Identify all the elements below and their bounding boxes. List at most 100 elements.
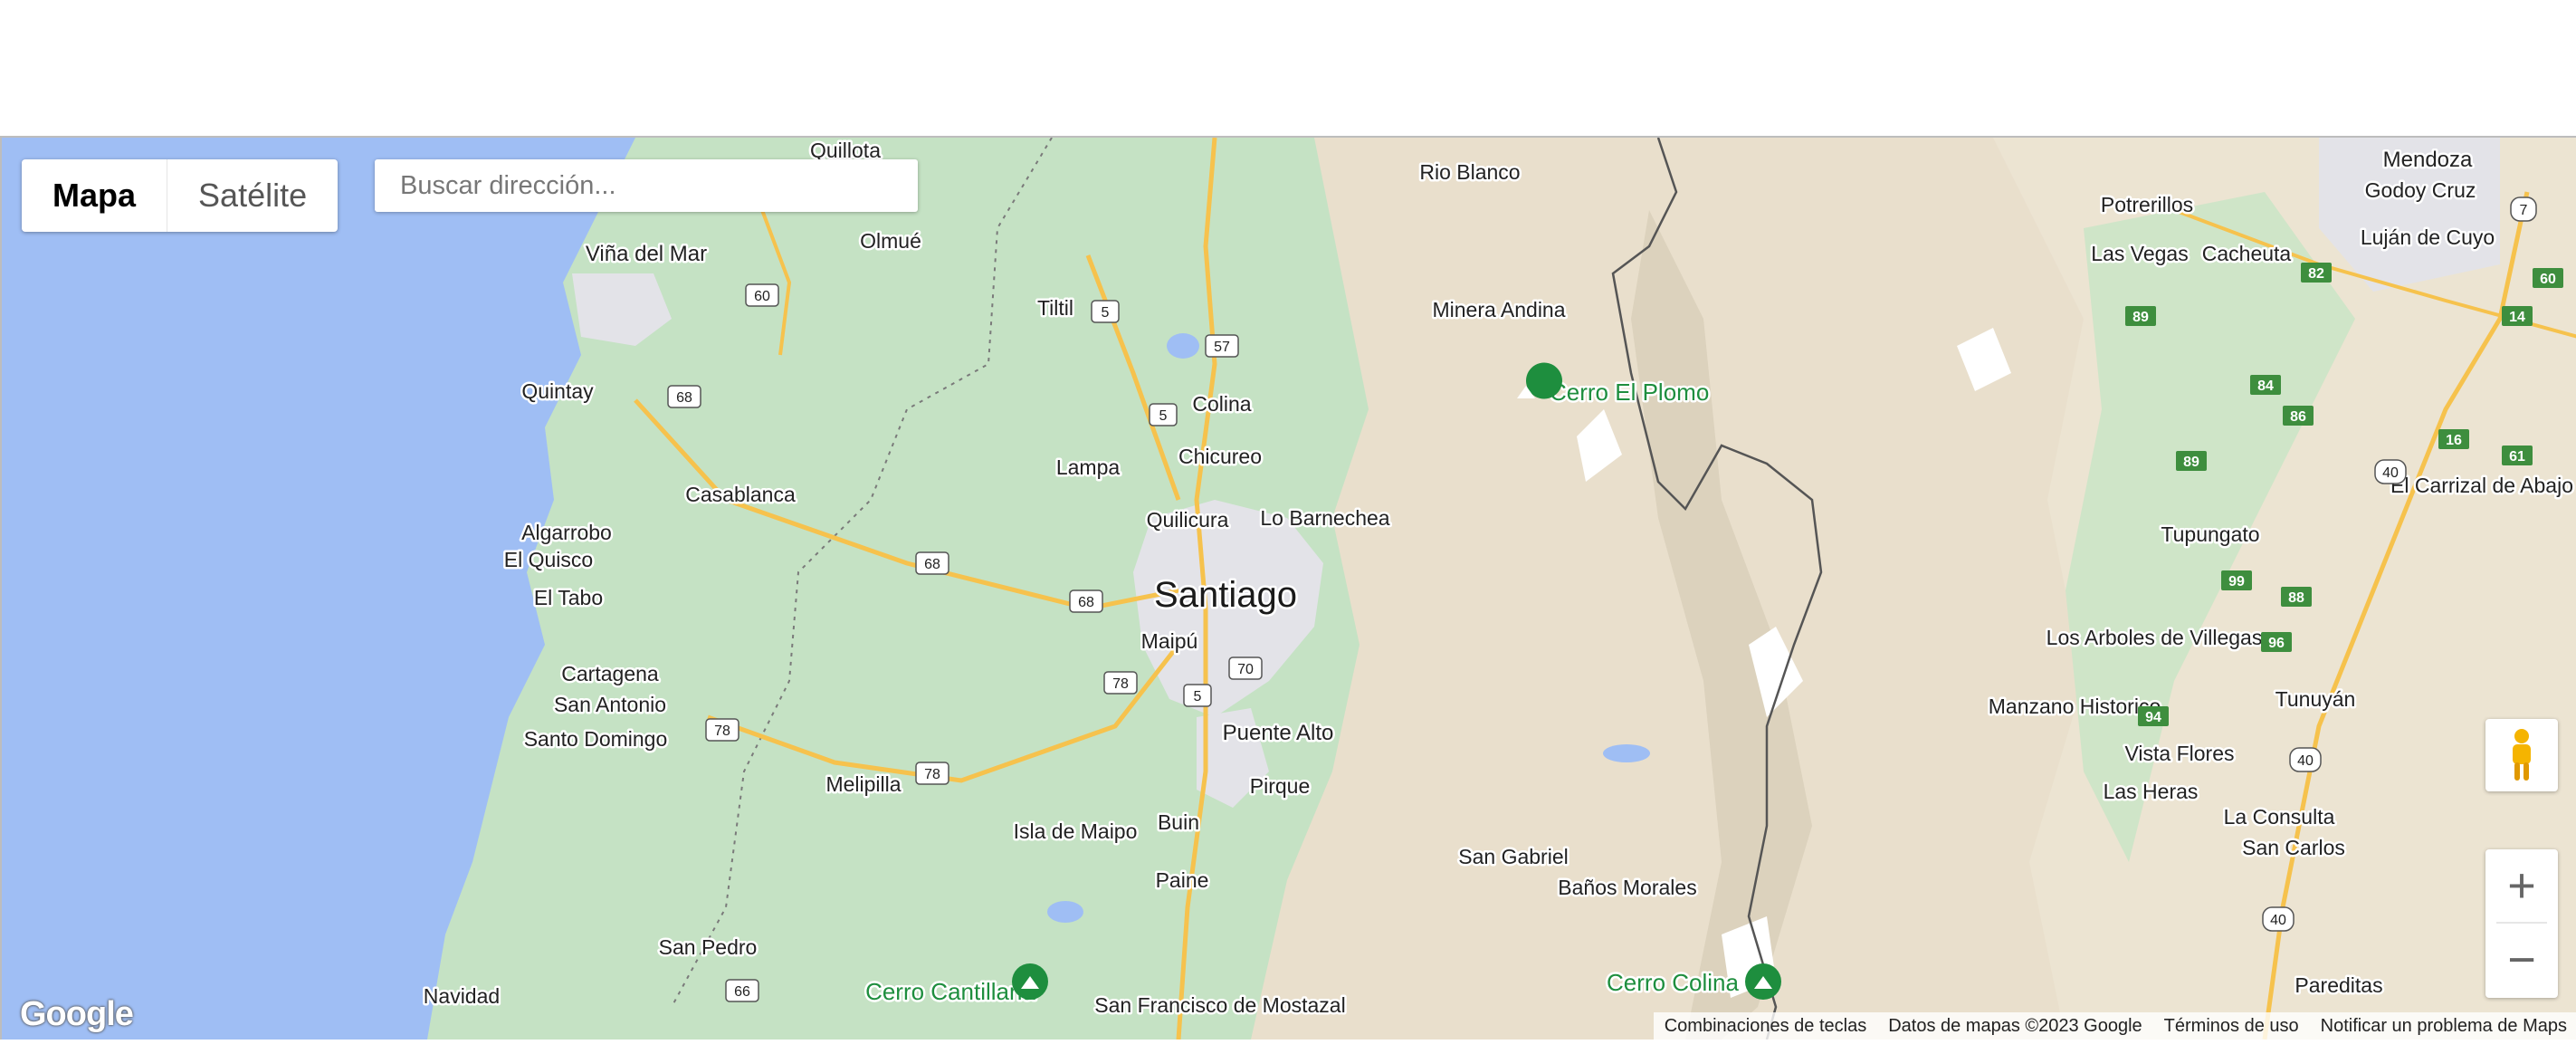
town-label-lo-barnechea: Lo Barnechea xyxy=(1260,506,1389,530)
svg-text:40: 40 xyxy=(2382,465,2399,481)
town-label-tunuyan: Tunuyán xyxy=(2275,687,2356,711)
street-view-pegman[interactable] xyxy=(2485,719,2558,791)
zoom-control: + − xyxy=(2485,849,2558,998)
town-label-tiltil: Tiltil xyxy=(1037,296,1073,320)
route-shield: 99 xyxy=(2221,570,2252,590)
route-shield: 7 xyxy=(2510,196,2537,222)
park-marker-cerro-colina[interactable] xyxy=(1745,963,1781,1000)
svg-text:14: 14 xyxy=(2509,310,2525,325)
route-shield: 96 xyxy=(2261,632,2292,652)
town-label-rio-blanco: Rio Blanco xyxy=(1419,160,1520,184)
town-label-las-vegas: Las Vegas xyxy=(2091,242,2188,265)
town-label-olmue: Olmué xyxy=(860,229,921,253)
town-label-lampa: Lampa xyxy=(1056,455,1121,479)
address-search-input[interactable] xyxy=(375,159,918,212)
route-shield: 89 xyxy=(2125,306,2156,326)
attribution-bar: Combinaciones de teclas Datos de mapas ©… xyxy=(1653,1012,2576,1040)
svg-text:99: 99 xyxy=(2228,574,2245,589)
route-shield: 78 xyxy=(705,718,739,742)
park-marker-cerro-cantillana[interactable] xyxy=(1012,963,1048,1000)
town-label-potrerillos: Potrerillos xyxy=(2101,193,2193,216)
terms-link[interactable]: Términos de uso xyxy=(2153,1016,2310,1037)
park-label-cerro-cantillana: Cerro Cantillana xyxy=(865,978,1035,1005)
route-shield: 68 xyxy=(667,385,701,408)
town-label-navidad: Navidad xyxy=(424,984,500,1008)
svg-text:16: 16 xyxy=(2446,433,2462,448)
route-shield: 68 xyxy=(915,551,949,575)
place-label-minera-andina: Minera Andina xyxy=(1432,298,1565,321)
map-type-control: Mapa Satélite xyxy=(22,159,339,232)
map-data-text: Datos de mapas ©2023 Google xyxy=(1888,1015,2142,1036)
town-label-melipilla: Melipilla xyxy=(825,772,901,796)
route-shield: 94 xyxy=(2138,706,2169,726)
svg-text:78: 78 xyxy=(1112,676,1129,692)
route-shield: 66 xyxy=(725,979,759,1002)
svg-text:94: 94 xyxy=(2145,710,2161,725)
svg-text:57: 57 xyxy=(1214,340,1230,355)
town-label-lujan-de-cuyo: Luján de Cuyo xyxy=(2361,225,2495,249)
route-shield: 57 xyxy=(1205,334,1239,358)
town-label-paine: Paine xyxy=(1156,868,1209,892)
zoom-in-button[interactable]: + xyxy=(2485,849,2558,922)
town-label-isla-de-maipo: Isla de Maipo xyxy=(1014,819,1138,843)
town-label-godoy-cruz: Godoy Cruz xyxy=(2365,178,2476,202)
town-label-quintay: Quintay xyxy=(521,379,594,403)
route-shield: 86 xyxy=(2283,406,2314,426)
svg-text:60: 60 xyxy=(754,289,770,304)
route-shield: 68 xyxy=(1069,589,1103,613)
route-shield: 84 xyxy=(2250,375,2281,395)
town-label-la-consulta: La Consulta xyxy=(2224,805,2335,829)
svg-text:78: 78 xyxy=(924,767,940,782)
route-shield: 5 xyxy=(1149,403,1178,426)
city-label-mendoza: Mendoza xyxy=(2383,148,2473,172)
town-label-cacheuta: Cacheuta xyxy=(2202,242,2292,265)
town-label-cartagena: Cartagena xyxy=(561,662,659,685)
town-label-pirque: Pirque xyxy=(1250,774,1310,798)
route-shield: 78 xyxy=(915,762,949,785)
town-label-los-arboles-de-villegas: Los Arboles de Villegas xyxy=(2046,626,2263,649)
svg-text:60: 60 xyxy=(2540,272,2556,287)
keyboard-shortcuts-link[interactable]: Combinaciones de teclas xyxy=(1654,1016,1877,1037)
svg-text:61: 61 xyxy=(2509,449,2525,465)
town-label-chicureo: Chicureo xyxy=(1178,445,1262,468)
town-label-el-tabo: El Tabo xyxy=(534,586,603,609)
map-type-map-button[interactable]: Mapa xyxy=(22,159,168,232)
lake xyxy=(1167,333,1199,359)
city-label-puente-alto: Puente Alto xyxy=(1223,721,1334,745)
map-type-satellite-button[interactable]: Satélite xyxy=(167,159,338,232)
pegman-icon xyxy=(2513,729,2531,781)
route-shield: 5 xyxy=(1091,300,1120,323)
report-problem-link[interactable]: Notificar un problema de Maps xyxy=(2310,1016,2576,1037)
svg-text:89: 89 xyxy=(2183,455,2199,470)
route-shield: 16 xyxy=(2438,429,2469,449)
zoom-out-button[interactable]: − xyxy=(2485,924,2558,996)
route-shield: 60 xyxy=(745,283,779,307)
svg-text:68: 68 xyxy=(676,390,692,406)
route-shield: 89 xyxy=(2176,451,2207,471)
route-shield: 40 xyxy=(2289,747,2322,772)
map-canvas[interactable]: Santiago Puente Alto Viña del Mar Quillo… xyxy=(2,138,2576,1040)
svg-text:88: 88 xyxy=(2288,590,2304,606)
svg-text:40: 40 xyxy=(2297,753,2314,769)
svg-text:78: 78 xyxy=(714,723,730,739)
lake xyxy=(1603,744,1650,762)
town-label-el-quisco: El Quisco xyxy=(504,548,593,571)
town-label-vista-flores: Vista Flores xyxy=(2124,742,2234,765)
route-shield: 60 xyxy=(2533,268,2563,288)
svg-text:89: 89 xyxy=(2132,310,2149,325)
svg-text:70: 70 xyxy=(1237,662,1254,677)
town-label-banos-morales: Baños Morales xyxy=(1558,876,1696,899)
town-label-san-carlos: San Carlos xyxy=(2242,836,2345,859)
town-label-las-heras: Las Heras xyxy=(2104,780,2199,803)
route-shield: 14 xyxy=(2502,306,2533,326)
town-label-algarrobo: Algarrobo xyxy=(521,521,612,544)
svg-text:86: 86 xyxy=(2290,409,2306,425)
park-label-cerro-el-plomo: Cerro El Plomo xyxy=(1550,378,1709,406)
svg-text:40: 40 xyxy=(2270,913,2286,928)
town-label-san-gabriel: San Gabriel xyxy=(1458,845,1568,868)
town-label-casablanca: Casablanca xyxy=(685,483,796,506)
town-label-colina: Colina xyxy=(1192,392,1251,416)
park-label-cerro-colina: Cerro Colina xyxy=(1607,969,1739,996)
town-label-quilicura: Quilicura xyxy=(1147,508,1229,532)
map-view[interactable]: Santiago Puente Alto Viña del Mar Quillo… xyxy=(0,136,2576,1040)
